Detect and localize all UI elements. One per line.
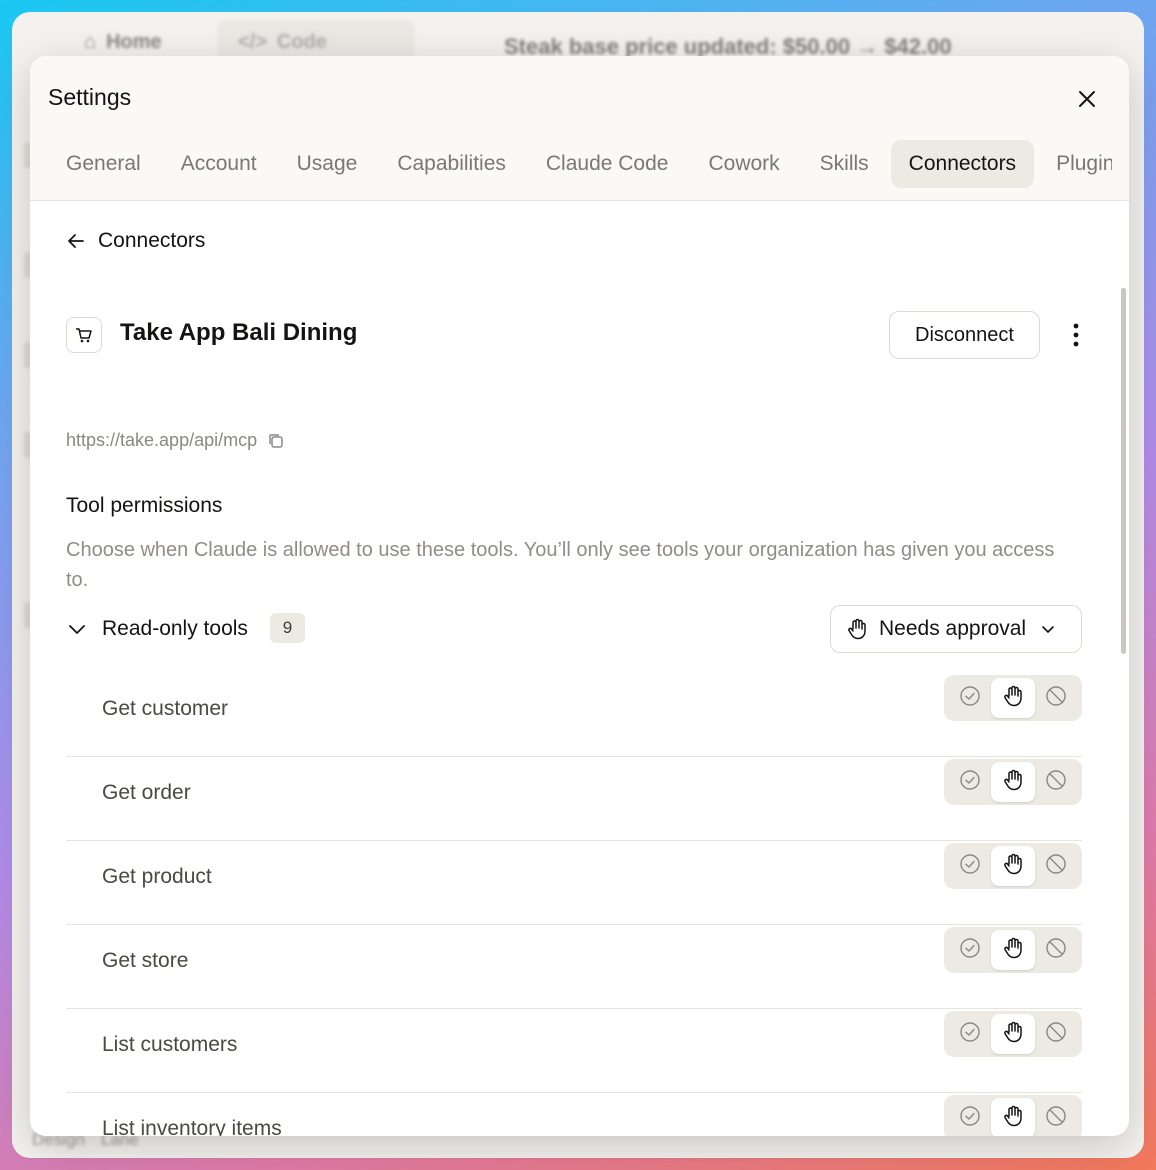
connector-header: Take App Bali Dining Disconnect — [66, 309, 1082, 359]
bg-tab-code-label: Code — [276, 30, 327, 53]
hand-icon — [1001, 936, 1025, 965]
always-allow-button[interactable] — [948, 1098, 991, 1136]
tool-permission-toggle — [944, 843, 1082, 889]
connector-url-row: https://take.app/api/mcp — [66, 430, 285, 451]
settings-tabs: General Account Usage Capabilities Claud… — [48, 140, 1112, 188]
block-button[interactable] — [1035, 678, 1078, 718]
tool-name: Get order — [102, 781, 191, 804]
tool-row: Get store — [66, 925, 1082, 1009]
settings-modal: Settings General Account Usage Capabilit… — [30, 56, 1129, 1136]
tab-general[interactable]: General — [48, 140, 159, 188]
tab-plugins[interactable]: Plugins — [1038, 140, 1112, 188]
hand-icon — [1001, 768, 1025, 797]
connector-url: https://take.app/api/mcp — [66, 430, 258, 450]
block-button[interactable] — [1035, 762, 1078, 802]
always-allow-button[interactable] — [948, 846, 991, 886]
tool-permission-toggle — [944, 759, 1082, 805]
tab-claude-code[interactable]: Claude Code — [528, 140, 687, 188]
chevron-down-icon[interactable] — [66, 618, 88, 640]
tool-permission-toggle — [944, 1011, 1082, 1057]
tab-connectors[interactable]: Connectors — [890, 140, 1035, 188]
hand-icon — [1001, 1020, 1025, 1049]
hand-icon — [1001, 684, 1025, 713]
connector-name: Take App Bali Dining — [120, 319, 358, 346]
tool-name: Get customer — [102, 697, 229, 720]
needs-approval-button[interactable] — [991, 846, 1035, 886]
code-icon: </> — [238, 30, 267, 53]
tool-permissions-description: Choose when Claude is allowed to use the… — [66, 539, 1055, 591]
more-vertical-icon — [1073, 323, 1079, 347]
tab-usage[interactable]: Usage — [279, 140, 376, 188]
block-icon — [1045, 685, 1067, 712]
tool-name: List inventory items — [102, 1117, 282, 1136]
block-button[interactable] — [1035, 930, 1078, 970]
tool-count-badge: 9 — [270, 613, 305, 643]
chevron-down-icon — [1042, 626, 1054, 633]
needs-approval-button[interactable] — [991, 678, 1035, 718]
tool-row: Get product — [66, 841, 1082, 925]
bg-tab-home-label: Home — [106, 30, 162, 53]
tool-permissions-title: Tool permissions — [66, 494, 223, 517]
always-allow-button[interactable] — [948, 1014, 991, 1054]
tool-name: Get store — [102, 949, 189, 972]
always-allow-button[interactable] — [948, 762, 991, 802]
block-button[interactable] — [1035, 1098, 1078, 1136]
tool-permission-toggle — [944, 1095, 1082, 1136]
check-circle-icon — [959, 1021, 981, 1048]
tab-cowork[interactable]: Cowork — [690, 140, 797, 188]
group-label[interactable]: Read-only tools — [102, 617, 248, 641]
always-allow-button[interactable] — [948, 930, 991, 970]
modal-title: Settings — [48, 84, 132, 110]
back-label: Connectors — [98, 229, 206, 252]
arrow-left-icon — [68, 234, 84, 248]
needs-approval-button[interactable] — [991, 1098, 1035, 1136]
tool-name: Get product — [102, 865, 212, 888]
tool-row: Get customer — [66, 673, 1082, 757]
check-circle-icon — [959, 685, 981, 712]
back-to-connectors[interactable]: Connectors — [66, 229, 205, 253]
block-icon — [1045, 769, 1067, 796]
tool-permission-toggle — [944, 927, 1082, 973]
block-button[interactable] — [1035, 846, 1078, 886]
tool-row: List inventory items — [66, 1093, 1082, 1136]
needs-approval-button[interactable] — [991, 1014, 1035, 1054]
tab-skills[interactable]: Skills — [802, 140, 887, 188]
tool-row: Get order — [66, 757, 1082, 841]
block-icon — [1045, 853, 1067, 880]
needs-approval-button[interactable] — [991, 762, 1035, 802]
approval-label: Needs approval — [879, 617, 1027, 640]
disconnect-button[interactable]: Disconnect — [889, 311, 1040, 359]
connector-logo — [66, 317, 102, 353]
hand-icon — [1001, 1104, 1025, 1133]
group-approval-dropdown[interactable]: Needs approval — [830, 605, 1082, 653]
check-circle-icon — [959, 853, 981, 880]
block-button[interactable] — [1035, 1014, 1078, 1054]
check-circle-icon — [959, 1105, 981, 1132]
close-icon — [1079, 91, 1095, 107]
more-options-button[interactable] — [1060, 319, 1092, 351]
needs-approval-button[interactable] — [991, 930, 1035, 970]
tool-name: List customers — [102, 1033, 238, 1056]
home-icon: ⌂ — [84, 30, 97, 53]
tool-permission-toggle — [944, 675, 1082, 721]
tab-capabilities[interactable]: Capabilities — [379, 140, 524, 188]
modal-header: Settings General Account Usage Capabilit… — [30, 56, 1129, 201]
block-icon — [1045, 937, 1067, 964]
close-button[interactable] — [1070, 82, 1104, 116]
hand-icon — [1001, 852, 1025, 881]
check-circle-icon — [959, 769, 981, 796]
cart-icon — [76, 328, 92, 343]
tool-list: Get customer Get order Get product Get stor… — [66, 673, 1082, 1136]
tool-row: List customers — [66, 1009, 1082, 1093]
hand-icon — [848, 618, 866, 640]
copy-icon[interactable] — [267, 432, 285, 450]
block-icon — [1045, 1021, 1067, 1048]
check-circle-icon — [959, 937, 981, 964]
block-icon — [1045, 1105, 1067, 1132]
always-allow-button[interactable] — [948, 678, 991, 718]
read-only-tools-group: Read-only tools 9 Needs approval — [66, 605, 1082, 653]
scrollbar[interactable] — [1121, 288, 1126, 654]
tab-account[interactable]: Account — [163, 140, 275, 188]
